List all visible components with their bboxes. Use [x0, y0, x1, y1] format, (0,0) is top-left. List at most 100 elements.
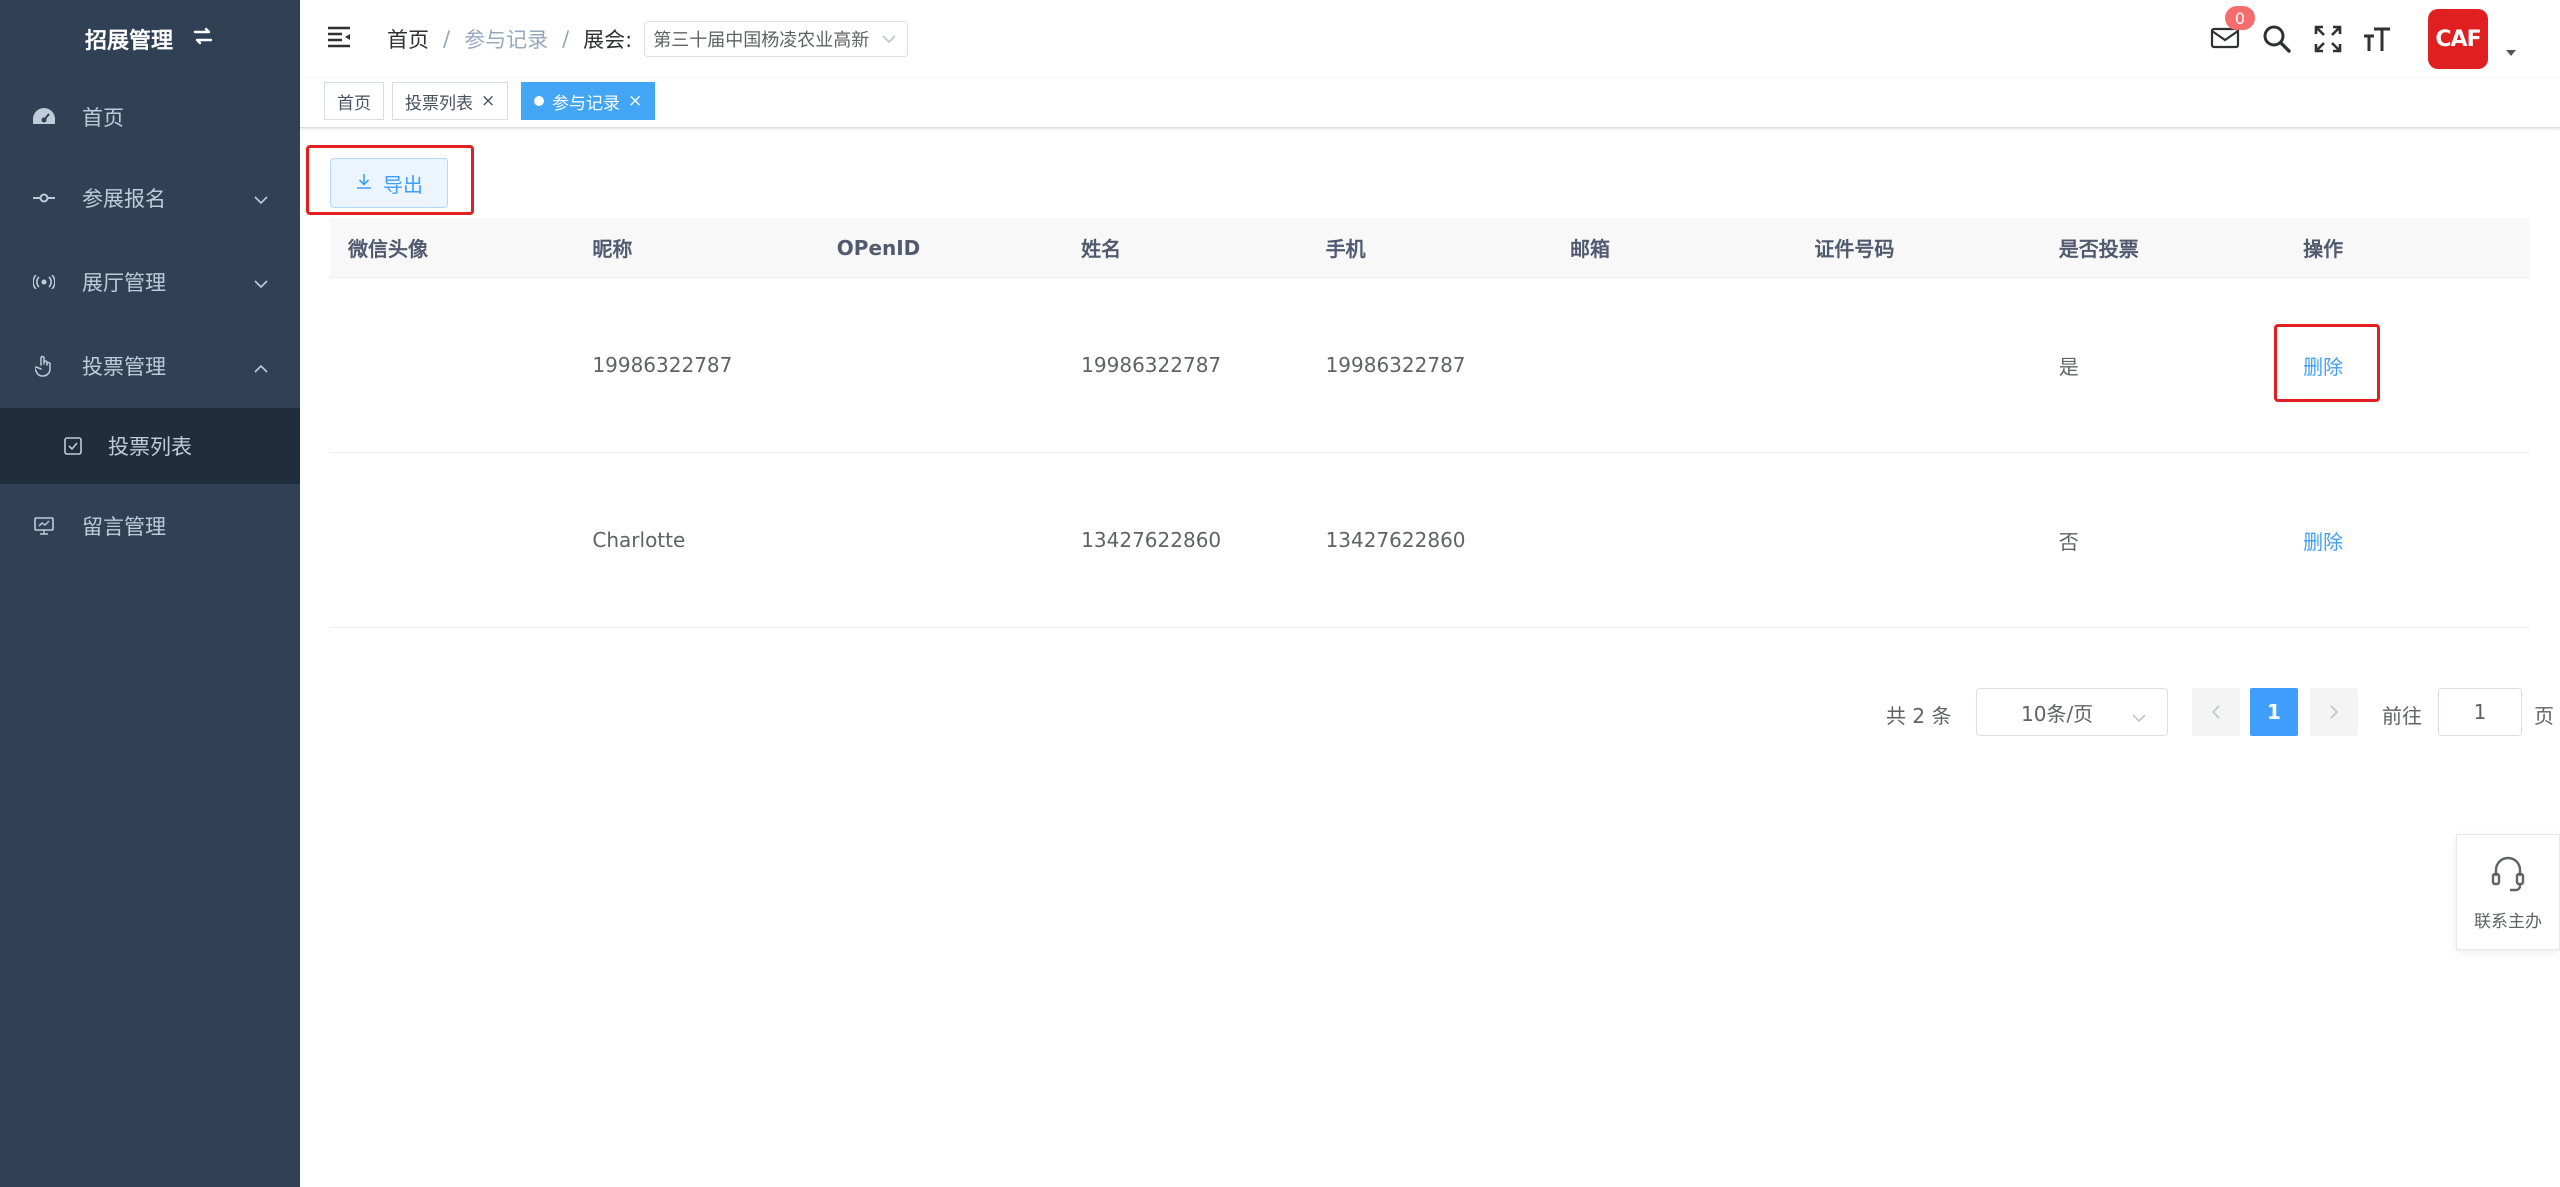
cell-avatar: [330, 453, 574, 627]
logo-text: CAF: [2435, 26, 2481, 52]
menu-fold-icon[interactable]: [326, 24, 352, 50]
prev-page-button[interactable]: [2192, 688, 2240, 736]
cell-openid: [819, 278, 1063, 452]
page-size-select[interactable]: 10条/页: [1976, 688, 2168, 736]
close-icon[interactable]: ×: [481, 92, 495, 110]
sidebar-item-hall[interactable]: 展厅管理: [0, 240, 300, 324]
sidebar-item-vote-list[interactable]: 投票列表: [0, 408, 300, 484]
commit-icon: [30, 184, 58, 212]
checkbox-icon: [62, 435, 84, 457]
column-header: OPenID: [836, 235, 921, 260]
tag-participation-records[interactable]: 参与记录 ×: [521, 82, 656, 120]
highlight-box: [2274, 324, 2380, 402]
page-label: 页: [2534, 704, 2554, 728]
close-icon[interactable]: ×: [628, 92, 642, 110]
fullscreen-icon[interactable]: [2313, 24, 2345, 54]
table-row: Charlotte 13427622860 13427622860 否 删除: [330, 453, 2530, 628]
breadcrumb-current: 参与记录: [464, 28, 549, 52]
column-header: 证件号码: [1814, 237, 1895, 261]
column-header: 姓名: [1081, 237, 1122, 261]
cell-nickname: 19986322787: [592, 353, 733, 377]
cell-avatar: [330, 278, 574, 452]
chevron-down-icon: [2131, 705, 2147, 729]
sidebar-item-registration[interactable]: 参展报名: [0, 156, 300, 240]
sidebar-item-home[interactable]: 首页: [0, 78, 300, 156]
cell-nickname: Charlotte: [592, 528, 686, 552]
caret-down-icon[interactable]: [2506, 50, 2516, 56]
exhibition-select-value: 第三十届中国杨凌农业高新: [653, 30, 870, 51]
tag-home[interactable]: 首页: [324, 82, 384, 120]
goto-label: 前往: [2382, 704, 2422, 728]
sidebar-item-label: 留言管理: [82, 515, 166, 539]
monitor-icon: [30, 512, 58, 540]
tags-view: 首页 投票列表 × 参与记录 ×: [300, 78, 2560, 128]
column-header: 昵称: [592, 237, 633, 261]
dashboard-icon: [30, 103, 58, 131]
sidebar-item-label: 参展报名: [82, 187, 166, 211]
export-label: 导出: [383, 172, 423, 197]
cell-id-number: [1796, 453, 2040, 627]
tag-vote-list[interactable]: 投票列表 ×: [392, 82, 509, 120]
pagination-total: 共 2 条: [1886, 704, 1952, 728]
notification-badge: 0: [2225, 6, 2255, 30]
main-content: 导出 微信头像 昵称 OPenID 姓名 手机 邮箱 证件号码 是否投票 操作 …: [300, 128, 2560, 1187]
active-dot-icon: [534, 96, 544, 106]
user-avatar-logo[interactable]: CAF: [2428, 9, 2488, 69]
sidebar-item-label: 投票列表: [108, 435, 192, 459]
column-header: 邮箱: [1569, 237, 1610, 261]
sidebar-title-text: 招展管理: [84, 29, 173, 54]
switch-icon[interactable]: [191, 26, 215, 52]
tag-label: 投票列表: [405, 93, 473, 114]
sidebar-item-messages[interactable]: 留言管理: [0, 484, 300, 568]
chevron-up-icon: [254, 354, 268, 378]
sidebar-title: 招展管理: [0, 0, 300, 78]
cell-email: [1552, 453, 1796, 627]
font-size-icon[interactable]: [2362, 24, 2394, 54]
sidebar-item-label: 投票管理: [82, 355, 166, 379]
chevron-down-icon: [254, 270, 268, 294]
cell-openid: [819, 453, 1063, 627]
cell-voted: 是: [2058, 354, 2079, 379]
records-table: 微信头像 昵称 OPenID 姓名 手机 邮箱 证件号码 是否投票 操作 199…: [330, 218, 2530, 628]
delete-button[interactable]: 删除: [2285, 453, 2529, 627]
top-navbar: 首页 / 参与记录 / 展会: 第三十届中国杨凌农业高新 0 CAF: [300, 0, 2560, 78]
contact-label: 联系主办: [2474, 912, 2542, 932]
table-row: 19986322787 19986322787 19986322787 是 删除: [330, 278, 2530, 453]
search-icon[interactable]: [2262, 24, 2294, 54]
goto-page-input[interactable]: 1: [2438, 688, 2522, 736]
cell-email: [1552, 278, 1796, 452]
sidebar-item-label: 展厅管理: [82, 271, 166, 295]
table-header: 微信头像 昵称 OPenID 姓名 手机 邮箱 证件号码 是否投票 操作: [330, 218, 2530, 278]
headset-icon: [2488, 852, 2528, 897]
pagination: 共 2 条 10条/页 1 前往 1 页: [300, 688, 2560, 738]
cell-name: 19986322787: [1081, 353, 1222, 377]
tag-label: 首页: [337, 93, 371, 114]
column-header: 是否投票: [2058, 237, 2139, 261]
export-button[interactable]: 导出: [330, 158, 448, 208]
hand-pointer-icon: [30, 352, 58, 380]
exhibition-filter-label: 展会:: [583, 28, 633, 52]
next-page-button[interactable]: [2310, 688, 2358, 736]
sidebar-item-label: 首页: [82, 106, 124, 130]
column-header: 微信头像: [348, 237, 428, 261]
page-size-value: 10条/页: [2021, 701, 2094, 726]
column-header: 手机: [1325, 237, 1366, 261]
breadcrumb-separator: /: [443, 27, 451, 51]
sidebar: 招展管理 首页 参展报名 展厅管理 投票管理 投票列表 留言管理: [0, 0, 300, 1187]
cell-voted: 否: [2058, 529, 2079, 554]
breadcrumb-separator: /: [562, 27, 570, 51]
breadcrumb-home[interactable]: 首页: [387, 24, 429, 54]
contact-organizer-button[interactable]: 联系主办: [2456, 834, 2560, 950]
column-header: 操作: [2303, 237, 2344, 261]
cell-phone: 19986322787: [1325, 353, 1466, 377]
chevron-left-icon: [2211, 705, 2220, 719]
chevron-down-icon: [254, 186, 268, 210]
cell-id-number: [1796, 278, 2040, 452]
cell-phone: 13427622860: [1325, 528, 1466, 552]
exhibition-select[interactable]: 第三十届中国杨凌农业高新: [644, 21, 909, 57]
page-number-button[interactable]: 1: [2250, 688, 2298, 736]
sidebar-item-voting[interactable]: 投票管理: [0, 324, 300, 408]
cell-name: 13427622860: [1081, 528, 1222, 552]
chevron-down-icon: [877, 30, 898, 53]
broadcast-icon: [30, 268, 58, 296]
